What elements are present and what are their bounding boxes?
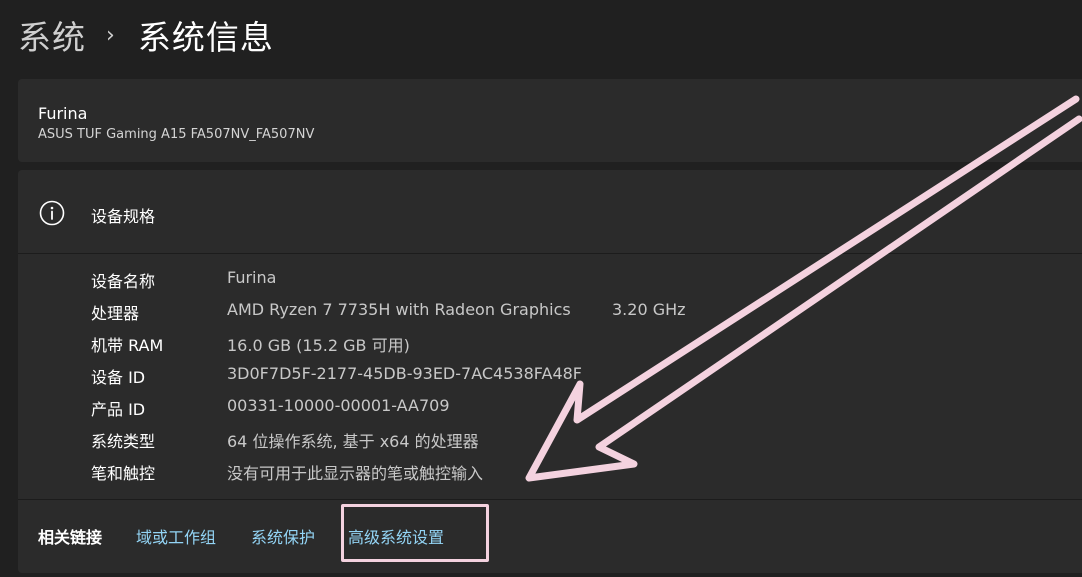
spec-label: 系统类型	[91, 432, 156, 451]
processor-speed: 3.20 GHz	[612, 300, 686, 319]
spec-label: 笔和触控	[91, 464, 156, 483]
spec-label: 设备名称	[91, 272, 156, 291]
device-specs-card: 设备规格 设备名称 Furina 处理器 AMD Ryzen 7 7735H w…	[18, 170, 1082, 573]
spec-value: AMD Ryzen 7 7735H with Radeon Graphics	[227, 300, 571, 319]
link-domain-workgroup[interactable]: 域或工作组	[136, 524, 216, 548]
spec-value: 3D0F7D5F-2177-45DB-93ED-7AC4538FA48F	[227, 364, 582, 383]
device-card: Furina ASUS TUF Gaming A15 FA507NV_FA507…	[18, 79, 1082, 162]
page-title: 系统信息	[137, 18, 274, 57]
chevron-right-icon: ›	[106, 22, 116, 48]
spec-value: Furina	[227, 268, 277, 287]
spec-label: 设备 ID	[91, 368, 146, 387]
device-name: Furina	[38, 104, 88, 123]
spec-label: 产品 ID	[91, 400, 146, 419]
spec-label: 机带 RAM	[91, 336, 164, 355]
system-info-page: 系统 › 系统信息 Furina ASUS TUF Gaming A15 FA5…	[0, 0, 1082, 577]
info-icon	[39, 200, 65, 226]
breadcrumb-system[interactable]: 系统	[18, 11, 86, 59]
breadcrumb: 系统 › 系统信息	[18, 10, 274, 60]
spec-label: 处理器	[91, 304, 140, 323]
link-advanced-system-settings[interactable]: 高级系统设置	[348, 524, 444, 548]
device-specs-header[interactable]: 设备规格	[18, 170, 1082, 254]
related-links-label: 相关链接	[38, 528, 103, 547]
spec-value: 00331-10000-00001-AA709	[227, 396, 450, 415]
spec-value: 64 位操作系统, 基于 x64 的处理器	[227, 432, 479, 451]
device-specs-title: 设备规格	[91, 207, 156, 226]
link-system-protection[interactable]: 系统保护	[251, 524, 315, 548]
related-links-bar: 相关链接 域或工作组 系统保护 高级系统设置	[18, 500, 1082, 573]
device-model: ASUS TUF Gaming A15 FA507NV_FA507NV	[38, 127, 315, 142]
spec-value: 没有可用于此显示器的笔或触控输入	[227, 464, 484, 483]
spec-value: 16.0 GB (15.2 GB 可用)	[227, 336, 410, 355]
